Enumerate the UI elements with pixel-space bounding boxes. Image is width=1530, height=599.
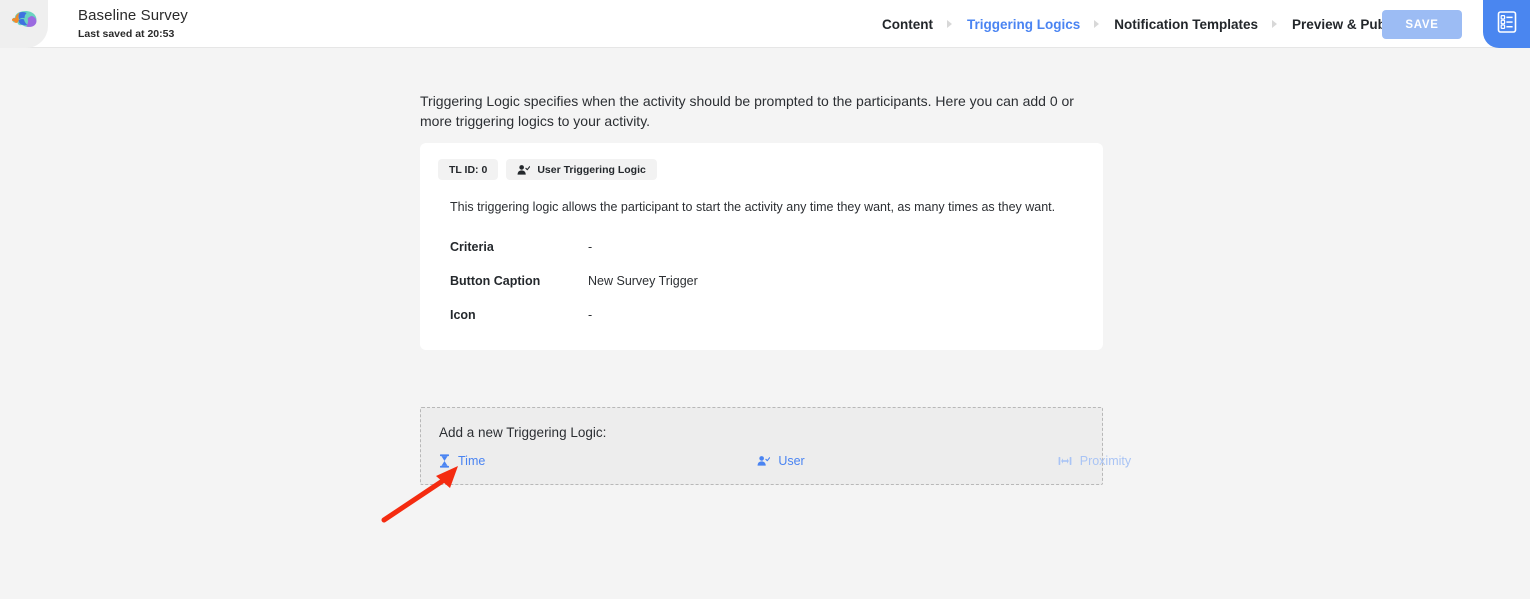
add-option-proximity[interactable]: Proximity xyxy=(1058,454,1131,468)
breadcrumb: Content Triggering Logics Notification T… xyxy=(880,0,1411,48)
triggering-logic-properties: Criteria - Button Caption New Survey Tri… xyxy=(420,230,1103,332)
property-value: New Survey Trigger xyxy=(588,274,698,288)
add-option-time[interactable]: Time xyxy=(439,454,485,468)
tl-type-label: User Triggering Logic xyxy=(537,163,646,176)
add-option-user[interactable]: User xyxy=(757,454,805,468)
person-check-icon xyxy=(517,164,531,176)
property-label: Icon xyxy=(450,308,476,322)
person-check-icon xyxy=(757,455,771,467)
proximity-width-icon xyxy=(1058,455,1072,467)
add-option-proximity-label: Proximity xyxy=(1079,454,1132,468)
add-panel-title: Add a new Triggering Logic: xyxy=(439,425,607,440)
add-option-time-label: Time xyxy=(458,454,486,468)
page-title: Baseline Survey xyxy=(78,6,188,24)
triggering-logic-card: TL ID: 0 User Triggering Logic This trig… xyxy=(420,143,1103,350)
tl-type-badge: User Triggering Logic xyxy=(506,159,657,180)
table-row: Icon - xyxy=(420,298,1103,332)
logo-container[interactable] xyxy=(0,0,48,48)
survey-form-icon xyxy=(1496,10,1518,39)
intro-text: Triggering Logic specifies when the acti… xyxy=(420,93,1074,130)
triggering-logic-description: This triggering logic allows the partici… xyxy=(450,200,1056,214)
app-header: Baseline Survey Last saved at 20:53 Cont… xyxy=(0,0,1530,48)
add-triggering-logic-panel: Add a new Triggering Logic: Time User Pr… xyxy=(420,407,1131,485)
brain-puzzle-logo xyxy=(9,10,39,37)
property-label: Criteria xyxy=(450,240,494,254)
property-value: - xyxy=(588,240,593,254)
property-value: - xyxy=(588,308,593,322)
hourglass-icon xyxy=(439,454,450,468)
nav-item-notification-templates[interactable]: Notification Templates xyxy=(1112,17,1260,32)
tl-id-label: TL ID: 0 xyxy=(449,163,488,176)
tl-id-badge: TL ID: 0 xyxy=(438,159,499,180)
add-panel-options: Time User Proximity xyxy=(421,454,1131,468)
table-row: Button Caption New Survey Trigger xyxy=(420,264,1103,298)
nav-item-content[interactable]: Content xyxy=(880,17,935,32)
table-row: Criteria - xyxy=(420,230,1103,264)
chevron-right-icon xyxy=(935,19,965,29)
chevron-right-icon xyxy=(1082,19,1112,29)
property-label: Button Caption xyxy=(450,274,541,288)
chevron-right-icon xyxy=(1260,19,1290,29)
card-chip-row: TL ID: 0 User Triggering Logic xyxy=(420,159,1103,180)
nav-item-triggering-logics[interactable]: Triggering Logics xyxy=(965,17,1082,32)
main-content: Triggering Logic specifies when the acti… xyxy=(0,48,1530,599)
survey-panel-tab[interactable] xyxy=(1483,0,1530,48)
save-button[interactable]: SAVE xyxy=(1382,10,1462,39)
title-block: Baseline Survey Last saved at 20:53 xyxy=(78,7,188,40)
last-saved-label: Last saved at 20:53 xyxy=(78,28,175,41)
add-option-user-label: User xyxy=(778,454,805,468)
